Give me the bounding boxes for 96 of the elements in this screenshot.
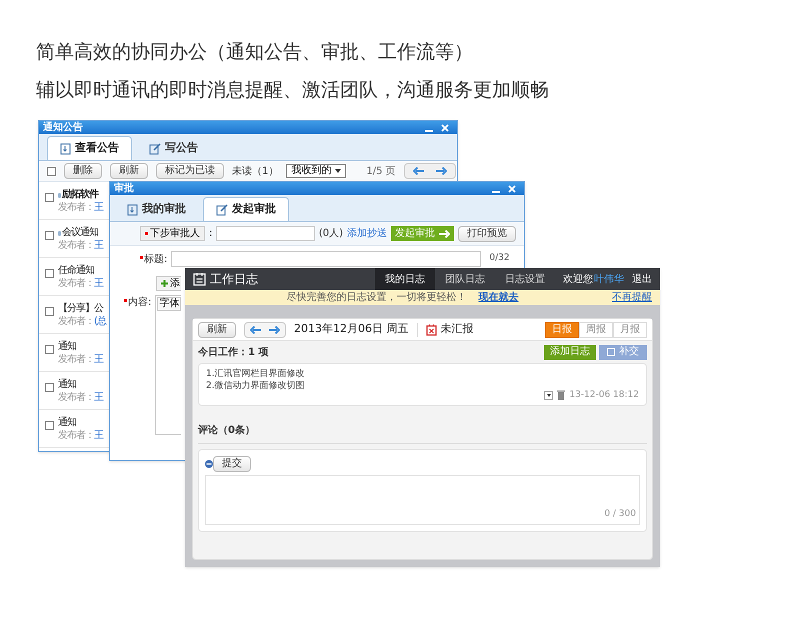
button[interactable]: 刷新	[110, 163, 148, 179]
publisher-label: 发布者：	[58, 431, 94, 441]
close-icon[interactable]	[508, 184, 516, 192]
right-arrow-icon[interactable]	[269, 326, 280, 334]
go-now-link[interactable]: 现在就去	[478, 292, 518, 302]
calendar-cross-icon	[426, 324, 436, 336]
notice-title[interactable]: 励拓软件	[62, 190, 98, 200]
publisher-label: 发布者：	[58, 317, 94, 327]
notepad-icon	[193, 272, 206, 286]
tab[interactable]: 我的审批	[114, 197, 199, 221]
left-arrow-icon[interactable]	[250, 326, 261, 334]
window-title: 审批	[114, 184, 134, 194]
log-date: 2013年12月06日 周五	[294, 321, 408, 338]
welcome-text: 欢迎您	[563, 272, 593, 286]
nav-tab[interactable]: 我的日志	[375, 268, 435, 290]
right-arrow-icon[interactable]	[436, 167, 447, 175]
checkbox[interactable]	[45, 421, 54, 430]
page-indicator: 1/5 页	[366, 164, 396, 178]
publisher-label: 发布者：	[58, 241, 94, 251]
notice-title[interactable]: 会议通知	[62, 228, 98, 238]
refresh-button[interactable]: 刷新	[198, 322, 236, 338]
period-tab[interactable]: 月报	[613, 322, 647, 338]
publisher-link[interactable]: 王	[94, 203, 103, 213]
dropdown-icon[interactable]	[544, 390, 554, 400]
notice-title[interactable]: 任命通知	[58, 266, 94, 276]
submit-button[interactable]: 提交	[213, 456, 251, 472]
publisher-link[interactable]: 王	[94, 279, 103, 289]
report-status: 未汇报	[440, 321, 474, 338]
edit-icon	[149, 142, 161, 154]
notice-title[interactable]: 【分享】公	[58, 304, 103, 314]
content-editor[interactable]: 字体	[155, 295, 182, 435]
document-icon	[60, 142, 71, 154]
tab[interactable]: 发起审批	[203, 197, 289, 221]
publisher-link[interactable]: 王	[94, 431, 103, 441]
approver-field[interactable]	[216, 226, 315, 241]
nav-tab[interactable]: 日志设置	[495, 268, 555, 290]
notice-title[interactable]: 通知	[58, 418, 76, 428]
publisher-link[interactable]: 王	[94, 355, 103, 365]
publisher-label: 发布者：	[58, 203, 94, 213]
caret-icon	[335, 169, 342, 173]
print-preview-button[interactable]: 打印预览	[458, 226, 516, 242]
publisher-link[interactable]: (总	[94, 317, 106, 327]
add-button[interactable]: 添	[156, 276, 181, 291]
publisher-label: 发布者：	[58, 279, 94, 289]
checkbox[interactable]	[45, 307, 54, 316]
approver-colon: :	[209, 227, 212, 241]
approver-count: (0人)	[318, 227, 343, 241]
edit-icon	[216, 204, 228, 216]
tab[interactable]: 写公告	[136, 136, 211, 160]
upload-icon	[607, 348, 615, 356]
button[interactable]: 标记为已读	[156, 163, 224, 179]
worklog-title: 工作日志	[210, 271, 258, 288]
logout-link[interactable]: 退出	[632, 268, 660, 290]
tab[interactable]: 查看公告	[47, 136, 132, 160]
user-name[interactable]: 叶伟华	[594, 272, 624, 286]
checkbox[interactable]	[47, 166, 56, 176]
checkbox[interactable]	[45, 231, 54, 240]
filter-select[interactable]: 我收到的	[286, 164, 346, 178]
today-count: 今日工作：1 项	[198, 346, 268, 360]
log-entry-line: 1.汇讯官网栏目界面修改	[206, 368, 306, 380]
checkbox[interactable]	[45, 269, 54, 278]
checkbox[interactable]	[45, 193, 54, 202]
required-mark	[140, 256, 143, 258]
period-tab[interactable]: 周报	[579, 322, 613, 338]
nav-tab[interactable]: 团队日志	[435, 268, 495, 290]
approver-label: 下步审批人	[140, 226, 205, 241]
checkbox[interactable]	[45, 383, 54, 392]
font-size-select[interactable]: 字体	[157, 297, 182, 311]
close-icon[interactable]	[441, 124, 449, 132]
checkbox[interactable]	[45, 345, 54, 354]
content-label: 内容:	[124, 295, 152, 310]
add-cc-link[interactable]: 添加抄送	[347, 226, 387, 241]
publisher-label: 发布者：	[58, 393, 94, 403]
character-counter: 0/32	[489, 252, 510, 266]
unread-count: 未读（1）	[232, 164, 278, 178]
left-arrow-icon[interactable]	[412, 167, 424, 175]
plus-icon	[161, 280, 168, 287]
button[interactable]: 删除	[64, 163, 102, 179]
publisher-link[interactable]: 王	[94, 241, 103, 251]
notice-title[interactable]: 通知	[58, 380, 76, 390]
notice-title[interactable]: 通知	[58, 342, 76, 352]
banner-text: 尽快完善您的日志设置，一切将更轻松！	[286, 292, 466, 302]
dismiss-link[interactable]: 不再提醒	[612, 292, 652, 302]
title-label: 标题:	[140, 252, 168, 266]
window-title: 通知公告	[43, 122, 83, 132]
headline: 简单高效的协同办公（通知公告、审批、工作流等）	[36, 40, 474, 64]
log-entry-line: 2.微信动力界面修改切图	[206, 380, 306, 392]
comments-heading: 评论（0条）	[198, 425, 255, 436]
required-mark	[124, 299, 127, 302]
entry-timestamp: 13-12-06 18:12	[569, 388, 639, 402]
title-field[interactable]	[171, 251, 482, 267]
publisher-link[interactable]: 王	[94, 393, 103, 403]
publisher-label: 发布者：	[58, 355, 94, 365]
comment-counter: 0 / 300	[604, 508, 636, 520]
headline: 辅以即时通讯的即时消息提醒、激活团队，沟通服务更加顺畅	[36, 78, 549, 102]
document-icon	[127, 204, 138, 216]
